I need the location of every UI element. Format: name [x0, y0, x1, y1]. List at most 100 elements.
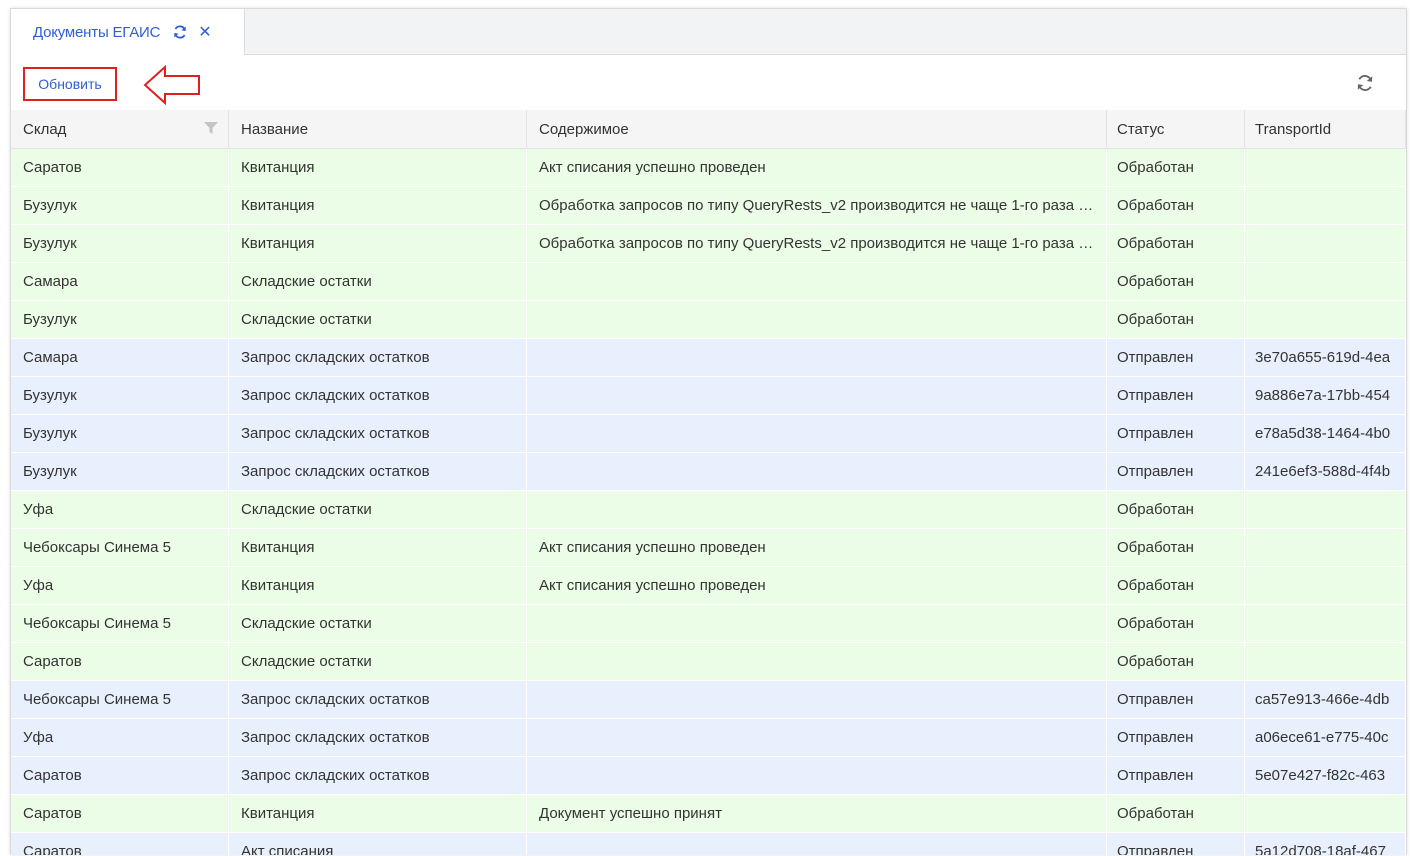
table-row[interactable]: Уфа Запрос складских остатков Отправлен a06… — [11, 719, 1406, 757]
column-header-label: Статус — [1117, 120, 1165, 138]
table-row[interactable]: Саратов Квитанция Акт списания успешно про… — [11, 149, 1406, 187]
toolbar-refresh-icon[interactable] — [1355, 73, 1375, 93]
cell-transport-id — [1245, 491, 1406, 528]
cell-content — [527, 643, 1107, 680]
table-row[interactable]: Уфа Квитанция Акт списания успешно проведе… — [11, 567, 1406, 605]
cell-content — [527, 453, 1107, 490]
cell-status: Отправлен — [1107, 681, 1245, 718]
cell-warehouse: Бузулук — [11, 301, 229, 338]
cell-warehouse: Бузулук — [11, 187, 229, 224]
table-row[interactable]: Самара Складские остатки Обработан — [11, 263, 1406, 301]
cell-warehouse: Саратов — [11, 795, 229, 832]
cell-name-text: Складские остатки — [241, 311, 372, 328]
cell-warehouse-text: Бузулук — [23, 311, 77, 328]
cell-warehouse: Бузулук — [11, 453, 229, 490]
refresh-button[interactable]: Обновить — [23, 67, 117, 101]
cell-warehouse: Саратов — [11, 833, 229, 855]
cell-warehouse: Самара — [11, 339, 229, 376]
cell-name: Квитанция — [229, 187, 527, 224]
cell-status: Обработан — [1107, 491, 1245, 528]
table-row[interactable]: Бузулук Запрос складских остатков Отправле… — [11, 377, 1406, 415]
cell-name-text: Складские остатки — [241, 273, 372, 290]
tab-title: Документы ЕГАИС — [33, 23, 161, 41]
cell-content — [527, 415, 1107, 452]
cell-status: Отправлен — [1107, 833, 1245, 855]
cell-content — [527, 339, 1107, 376]
cell-status-text: Обработан — [1117, 159, 1194, 176]
cell-content — [527, 605, 1107, 642]
table-row[interactable]: Уфа Складские остатки Обработан — [11, 491, 1406, 529]
cell-name: Квитанция — [229, 795, 527, 832]
table-row[interactable]: Бузулук Квитанция Обработка запросов по ти… — [11, 187, 1406, 225]
table-row[interactable]: Чебоксары Синема 5 Квитанция Акт списания … — [11, 529, 1406, 567]
cell-transport-id — [1245, 567, 1406, 604]
cell-transport-id — [1245, 187, 1406, 224]
cell-warehouse-text: Саратов — [23, 767, 82, 784]
tab-refresh-icon[interactable] — [172, 24, 188, 40]
cell-warehouse: Саратов — [11, 757, 229, 794]
cell-warehouse-text: Чебоксары Синема 5 — [23, 615, 171, 632]
table-row[interactable]: Бузулук Запрос складских остатков Отправле… — [11, 453, 1406, 491]
cell-warehouse-text: Бузулук — [23, 463, 77, 480]
grid-body: Саратов Квитанция Акт списания успешно про… — [11, 149, 1406, 855]
column-header-content[interactable]: Содержимое — [527, 110, 1107, 148]
cell-name-text: Акт списания — [241, 843, 334, 855]
cell-content-text: Обработка запросов по типу QueryRests_v2… — [539, 197, 1106, 214]
cell-transport-id-text: 5e07e427-f82c-463 — [1255, 767, 1386, 784]
cell-name: Складские остатки — [229, 643, 527, 680]
column-header-transport-id[interactable]: TransportId — [1245, 110, 1406, 148]
filter-icon[interactable] — [204, 122, 218, 134]
tab-egais-documents[interactable]: Документы ЕГАИС ✕ — [11, 9, 245, 55]
cell-status: Обработан — [1107, 225, 1245, 262]
cell-transport-id-text: 9a886e7a-17bb-454 — [1255, 387, 1391, 404]
cell-transport-id — [1245, 795, 1406, 832]
table-row[interactable]: Саратов Квитанция Документ успешно принят О… — [11, 795, 1406, 833]
cell-warehouse: Чебоксары Синема 5 — [11, 605, 229, 642]
cell-status: Обработан — [1107, 301, 1245, 338]
cell-transport-id: 5e07e427-f82c-463 — [1245, 757, 1406, 794]
cell-status-text: Отправлен — [1117, 349, 1194, 366]
cell-warehouse: Саратов — [11, 643, 229, 680]
column-header-warehouse[interactable]: Склад — [11, 110, 229, 148]
cell-status-text: Отправлен — [1117, 767, 1194, 784]
tab-close-icon[interactable]: ✕ — [198, 22, 211, 42]
cell-transport-id — [1245, 643, 1406, 680]
cell-name: Квитанция — [229, 567, 527, 604]
table-row[interactable]: Чебоксары Синема 5 Складские остатки Обраб… — [11, 605, 1406, 643]
table-row[interactable]: Бузулук Квитанция Обработка запросов по ти… — [11, 225, 1406, 263]
cell-warehouse: Самара — [11, 263, 229, 300]
cell-name-text: Квитанция — [241, 197, 315, 214]
cell-warehouse: Саратов — [11, 149, 229, 186]
cell-name: Запрос складских остатков — [229, 415, 527, 452]
cell-status-text: Обработан — [1117, 197, 1194, 214]
cell-name-text: Запрос складских остатков — [241, 767, 430, 784]
cell-status: Отправлен — [1107, 453, 1245, 490]
table-row[interactable]: Бузулук Запрос складских остатков Отправле… — [11, 415, 1406, 453]
cell-status: Обработан — [1107, 187, 1245, 224]
cell-warehouse-text: Саратов — [23, 843, 82, 855]
table-row[interactable]: Саратов Запрос складских остатков Отправле… — [11, 757, 1406, 795]
table-row[interactable]: Бузулук Складские остатки Обработан — [11, 301, 1406, 339]
column-header-name[interactable]: Название — [229, 110, 527, 148]
table-row[interactable]: Самара Запрос складских остатков Отправлен… — [11, 339, 1406, 377]
cell-warehouse-text: Самара — [23, 349, 78, 366]
cell-warehouse: Бузулук — [11, 377, 229, 414]
table-row[interactable]: Саратов Складские остатки Обработан — [11, 643, 1406, 681]
cell-name-text: Запрос складских остатков — [241, 729, 430, 746]
cell-transport-id-text: 3e70a655-619d-4ea — [1255, 349, 1391, 366]
cell-transport-id-text: 5a12d708-18af-467 — [1255, 843, 1386, 855]
cell-transport-id: 5a12d708-18af-467 — [1245, 833, 1406, 855]
table-row[interactable]: Чебоксары Синема 5 Запрос складских остат… — [11, 681, 1406, 719]
cell-status-text: Обработан — [1117, 615, 1194, 632]
table-row[interactable]: Саратов Акт списания Отправлен 5a12d708-18a… — [11, 833, 1406, 855]
cell-name-text: Запрос складских остатков — [241, 387, 430, 404]
cell-warehouse: Уфа — [11, 567, 229, 604]
documents-grid: Склад Название Содержимое Статус Transpo… — [11, 110, 1406, 855]
column-header-status[interactable]: Статус — [1107, 110, 1245, 148]
cell-warehouse-text: Саратов — [23, 159, 82, 176]
cell-content-text: Акт списания успешно проведен — [539, 577, 766, 594]
cell-name-text: Квитанция — [241, 805, 315, 822]
tab-bar: Документы ЕГАИС ✕ — [11, 9, 1406, 55]
cell-transport-id: 241e6ef3-588d-4f4b — [1245, 453, 1406, 490]
cell-warehouse: Бузулук — [11, 225, 229, 262]
